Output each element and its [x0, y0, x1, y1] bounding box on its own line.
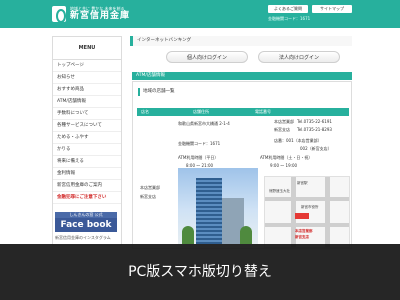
instagram-link[interactable]: 新宮信用金庫のインスタグラム: [55, 234, 119, 242]
sidebar-item-rates[interactable]: 金利情報: [53, 168, 121, 180]
header-name: 店名: [141, 109, 149, 114]
bank-logo[interactable]: 地域と共に 豊かな 未来を創る 新宮信用金庫: [52, 3, 130, 25]
branch-building-photo: [178, 168, 258, 244]
branch-address: 和歌山県新宮市大橋通 2-1-4: [178, 121, 230, 126]
map-marker-icon: [295, 213, 309, 219]
bank-code: 金融機関コード：1671: [178, 141, 221, 146]
sidebar-item-recommended[interactable]: おすすめ商品: [53, 84, 121, 96]
bank-logo-icon: [52, 6, 66, 23]
sidebar-item-fees[interactable]: 手数料について: [53, 108, 121, 120]
facebook-label: Face book: [60, 220, 112, 230]
atm-section-title: ATM/店舗情報: [132, 72, 352, 80]
map-shrine-label: 熊野速玉大社: [269, 189, 290, 193]
sidebar-item-atm[interactable]: ATM/店舗情報: [53, 96, 121, 108]
sidebar-item-about[interactable]: 新宮信用金庫のご案内: [53, 180, 121, 192]
sidebar-item-savings[interactable]: ためる・ふやす: [53, 132, 121, 144]
map-station-label: 新宮駅: [297, 181, 308, 185]
atm-weekend-label: ATM利用時間（土・日・祝）: [260, 155, 313, 160]
map-branch-label: 新宮支店: [295, 235, 309, 239]
phone-main[interactable]: Tel.0735-22-6191: [297, 119, 332, 125]
faq-button[interactable]: よくあるご質問: [268, 5, 308, 13]
branch-subname: 新宮支店: [140, 194, 156, 199]
logo-name: 新宮信用金庫: [70, 11, 131, 21]
header-phone: 電話番号: [255, 109, 271, 114]
personal-login-button[interactable]: 個人向けログイン: [166, 51, 248, 63]
store-number: 店番：001（本店営業部）: [274, 138, 322, 143]
sidebar-item-fraud-warning[interactable]: 金融犯罪にご注意下さい: [53, 192, 121, 204]
phone-branch[interactable]: Tel.0735-21-8293: [297, 127, 332, 133]
branch-map[interactable]: 新宮駅 熊野速玉大社 新宮市役所 本店営業部 新宮支店: [264, 176, 350, 248]
sitemap-button[interactable]: サイトマップ: [312, 5, 352, 13]
internet-banking-title: インターネットバンキング: [130, 36, 352, 46]
site-header: 地域と共に 豊かな 未来を創る 新宮信用金庫 よくあるご質問 サイトマップ 金融…: [0, 0, 400, 28]
atm-weekday-label: ATM利用時間（平日）: [178, 155, 219, 160]
header-address: 店舗住所: [193, 109, 209, 114]
region-title: 地域の店舗一覧: [138, 88, 175, 96]
dept-main: 本店営業部: [274, 119, 294, 124]
dept-branch: 新宮支店: [274, 127, 290, 132]
map-city-label: 新宮市役所: [301, 205, 319, 209]
atm-weekend-time: 9:00 ～ 19:00: [270, 163, 298, 168]
sidebar-item-future[interactable]: 将来に備える: [53, 156, 121, 168]
sidebar-item-news[interactable]: お知らせ: [53, 72, 121, 84]
facebook-banner[interactable]: しんきんの窓 公式 Face book: [55, 212, 117, 232]
store-number-2: 002（新宮支店）: [300, 146, 332, 151]
sidebar-item-top[interactable]: トップページ: [53, 60, 121, 72]
branch-name: 本店営業部: [140, 185, 160, 190]
bank-code-info: 金融機関コード：1671: [268, 16, 311, 21]
corporate-login-button[interactable]: 法人向けログイン: [258, 51, 340, 63]
sidebar-item-loans[interactable]: かりる: [53, 144, 121, 156]
sidebar-item-services[interactable]: 各種サービスについて: [53, 120, 121, 132]
branch-table-header: 店名 店舗住所 電話番号: [137, 108, 349, 116]
menu-title: MENU: [53, 37, 121, 60]
map-office-label: 本店営業部: [295, 229, 313, 233]
pc-smartphone-toggle[interactable]: PC版スマホ版切り替え: [0, 244, 400, 300]
